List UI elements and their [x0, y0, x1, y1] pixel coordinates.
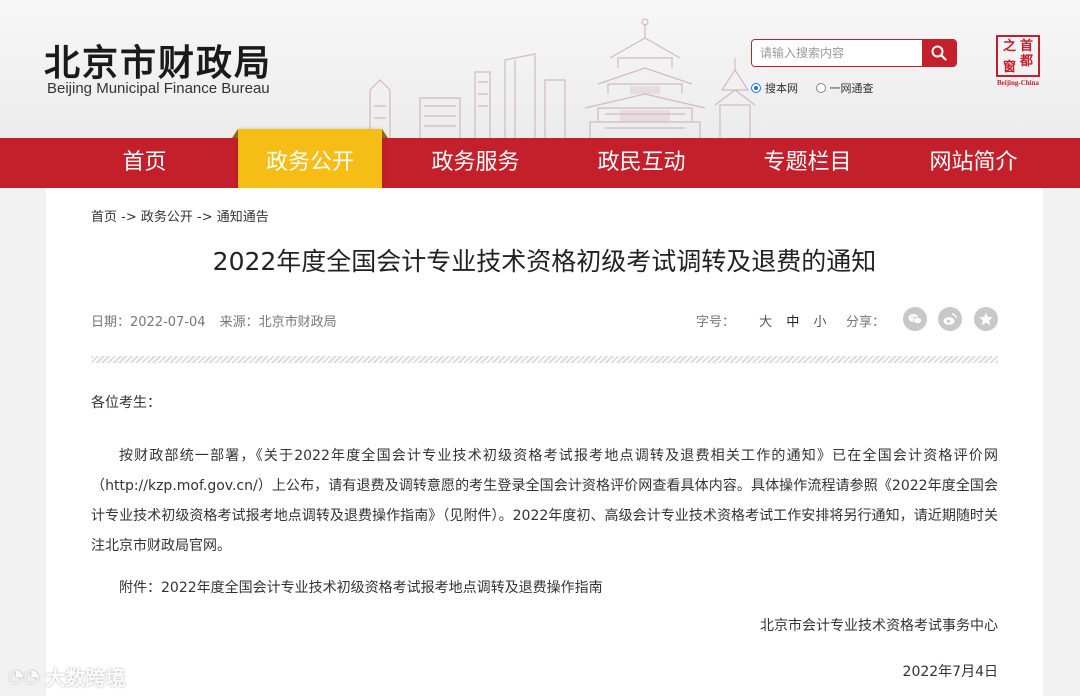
article-paragraph: 按财政部统一部署，《关于2022年度全国会计专业技术初级资格考试报考地点调转及退…: [91, 448, 998, 554]
main-nav: 首页 政务公开 政务服务 政民互动 专题栏目 网站简介: [0, 129, 1080, 188]
site-logo-title[interactable]: 北京市财政局: [44, 34, 272, 86]
beijing-skyline-illustration: [369, 18, 756, 138]
share-weibo-button[interactable]: [938, 307, 962, 331]
radio-search-all[interactable]: 一网通查: [815, 80, 874, 96]
search-scope-options: 搜本网 一网通查: [751, 80, 888, 96]
breadcrumb-home[interactable]: 首页: [91, 210, 117, 225]
watermark: ◔◔ 大数跨境: [8, 666, 126, 690]
site-header: 北京市财政局 Beijing Municipal Finance Bureau: [0, 0, 1080, 138]
radio-dot: [815, 83, 826, 93]
nav-item-government-affairs-open[interactable]: 政务公开: [232, 129, 388, 188]
article-meta: 日期：2022-07-04 来源：北京市财政局: [91, 315, 337, 330]
nav-item-government-services[interactable]: 政务服务: [393, 138, 558, 188]
article-signature: 北京市会计专业技术资格考试事务中心: [760, 618, 998, 634]
star-icon: [979, 312, 993, 326]
nav-item-special-topics[interactable]: 专题栏目: [725, 138, 890, 188]
wechat-icon: [908, 314, 922, 325]
site-logo-subtitle: Beijing Municipal Finance Bureau: [47, 80, 270, 97]
font-size-switcher: 字号： 大 中 小: [696, 315, 827, 330]
share-wechat-button[interactable]: [903, 307, 927, 331]
search-input[interactable]: [752, 40, 922, 66]
divider: [91, 356, 998, 363]
article-sign-date: 2022年7月4日: [902, 664, 998, 680]
article-title: 2022年度全国会计专业技术资格初级考试调转及退费的通知: [212, 247, 877, 276]
share-favorite-button[interactable]: [974, 307, 998, 331]
attachment-link[interactable]: 附件：2022年度全国会计专业技术初级资格考试报考地点调转及退费操作指南: [91, 573, 998, 603]
capital-window-seal-logo[interactable]: 首 都 之 窗 Beijing-China: [994, 35, 1042, 87]
nav-item-home[interactable]: 首页: [62, 138, 227, 188]
font-size-small[interactable]: 小: [813, 315, 826, 330]
breadcrumb-gov-open[interactable]: 政务公开: [141, 210, 193, 225]
article-source: 北京市财政局: [258, 315, 337, 330]
search-button[interactable]: [922, 40, 956, 66]
nav-item-interaction[interactable]: 政民互动: [559, 138, 724, 188]
nav-item-site-intro[interactable]: 网站简介: [891, 138, 1056, 188]
breadcrumb-notices[interactable]: 通知通告: [217, 210, 269, 225]
search-box: [751, 39, 957, 67]
font-size-medium[interactable]: 中: [786, 315, 799, 330]
watermark-logo-icon: ◔◔: [8, 666, 40, 687]
radio-dot-checked: [751, 83, 761, 93]
article-body: 各位考生： 按财政部统一部署，《关于2022年度全国会计专业技术初级资格考试报考…: [91, 388, 998, 687]
article-date: 2022-07-04: [130, 315, 206, 330]
share-label: 分享：: [846, 315, 886, 330]
radio-search-site[interactable]: 搜本网: [751, 80, 798, 96]
breadcrumb: 首页 -> 政务公开 -> 通知通告: [91, 210, 269, 225]
article-container: 首页 -> 政务公开 -> 通知通告 2022年度全国会计专业技术资格初级考试调…: [46, 188, 1043, 696]
font-size-large[interactable]: 大: [759, 315, 772, 330]
search-icon: [931, 45, 947, 61]
weibo-icon: [943, 313, 957, 325]
article-greeting: 各位考生：: [91, 395, 161, 411]
